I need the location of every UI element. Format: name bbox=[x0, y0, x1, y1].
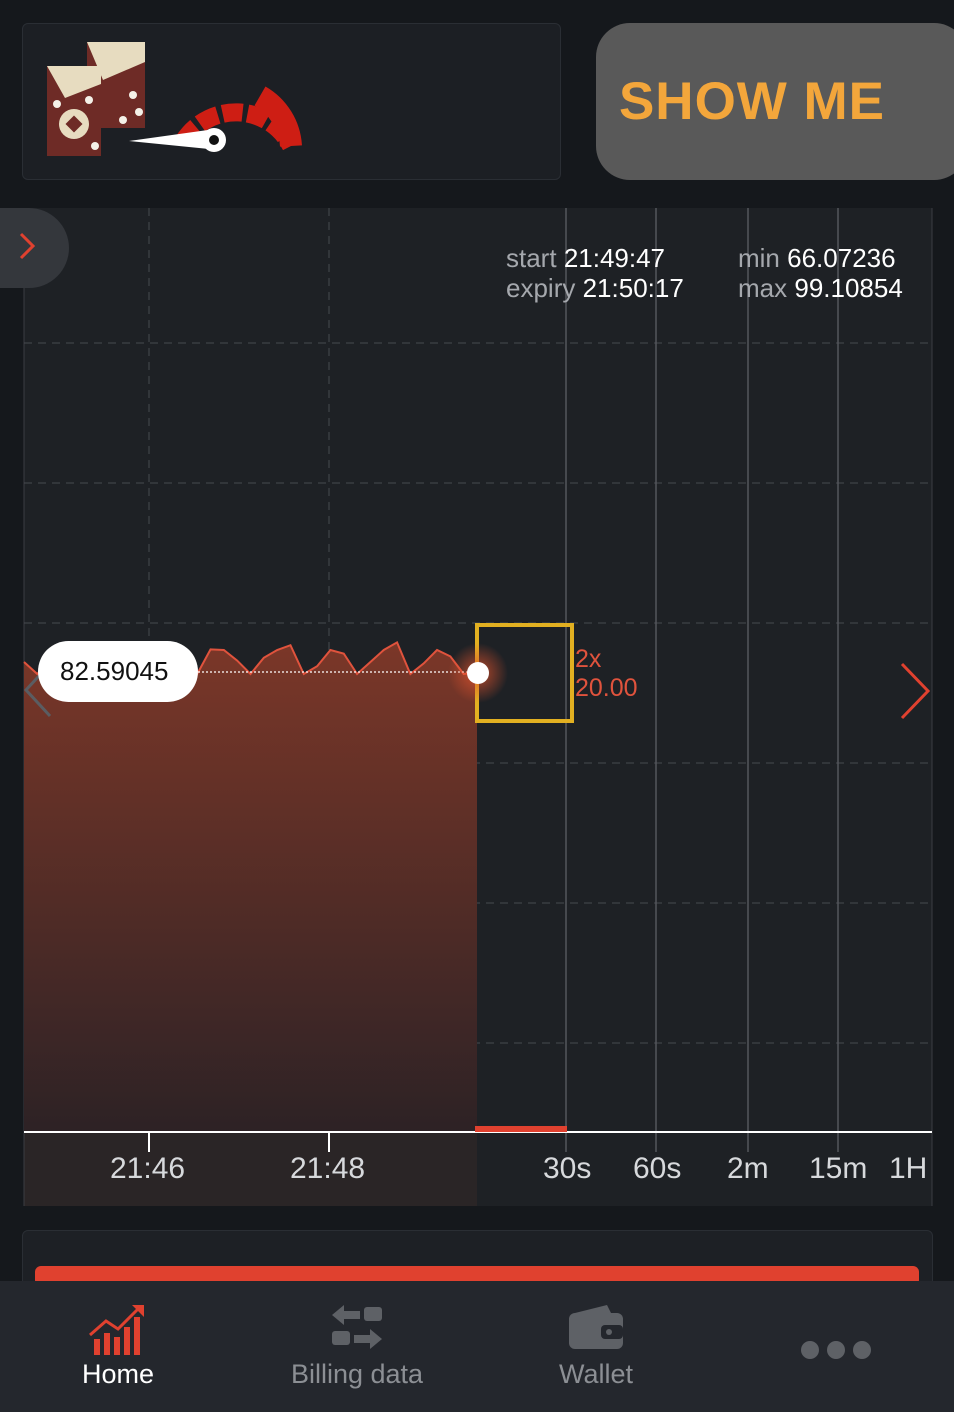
start-key: start bbox=[506, 243, 557, 273]
expiry-key: expiry bbox=[506, 273, 576, 303]
logo-card bbox=[22, 23, 561, 180]
nav-home-label: Home bbox=[81, 1359, 155, 1389]
min-max-info: min 66.07236 max 99.10854 bbox=[738, 243, 903, 303]
price-area-fill bbox=[24, 642, 477, 1132]
target-multiplier: 2x bbox=[575, 645, 602, 673]
nav-billing-data-label: Billing data bbox=[290, 1359, 424, 1389]
timeframe-15m[interactable]: 15m bbox=[809, 1152, 867, 1186]
time-tick-label: 21:46 bbox=[110, 1152, 186, 1185]
timeframe-2m[interactable]: 2m bbox=[727, 1152, 769, 1186]
expiry-value: 21:50:17 bbox=[582, 273, 684, 303]
target-amount: 20.00 bbox=[575, 674, 638, 702]
app-root: SHOW ME start 21:49:47 expiry 21:50:17 m… bbox=[0, 0, 954, 1412]
start-value: 21:49:47 bbox=[563, 243, 666, 273]
time-tick-label: 21:48 bbox=[290, 1152, 366, 1185]
nav-wallet-label: Wallet bbox=[558, 1359, 633, 1389]
timeframe-30s[interactable]: 30s bbox=[543, 1152, 591, 1186]
timeframe-1h[interactable]: 1H bbox=[889, 1152, 927, 1186]
more-dots-icon bbox=[801, 1341, 871, 1359]
expiry-range-marker bbox=[475, 1126, 567, 1132]
cards-speedometer-logo-icon bbox=[47, 42, 302, 156]
nav-wallet[interactable]: Wallet bbox=[526, 1281, 666, 1412]
max-key: max bbox=[738, 273, 788, 303]
chart-growth-icon bbox=[89, 1305, 144, 1355]
bottom-navigation: Home Billing data Wallet bbox=[0, 1281, 954, 1412]
nav-home[interactable]: Home bbox=[38, 1281, 198, 1412]
current-price-dot bbox=[467, 662, 489, 684]
nav-billing-data[interactable]: Billing data bbox=[272, 1281, 442, 1412]
target-payout: 2x 20.00 bbox=[575, 645, 638, 703]
chart-future-bg bbox=[477, 208, 932, 1206]
swap-arrows-icon bbox=[332, 1305, 382, 1349]
price-chart-canvas[interactable] bbox=[0, 208, 934, 1206]
timeframe-60s[interactable]: 60s bbox=[633, 1152, 681, 1186]
chart-axis-bg bbox=[24, 1132, 477, 1206]
min-key: min bbox=[738, 243, 780, 273]
price-chart[interactable] bbox=[0, 208, 934, 1206]
max-value: 99.10854 bbox=[794, 273, 903, 303]
wallet-icon bbox=[569, 1305, 623, 1349]
show-me-button[interactable]: SHOW ME bbox=[596, 23, 954, 180]
chevron-right-icon bbox=[19, 232, 36, 260]
start-expiry-info: start 21:49:47 expiry 21:50:17 bbox=[506, 243, 684, 303]
chevron-right-icon[interactable] bbox=[896, 662, 932, 720]
nav-more[interactable] bbox=[786, 1281, 886, 1412]
current-price-label: 82.59045 bbox=[38, 641, 198, 702]
min-value: 66.07236 bbox=[787, 243, 896, 273]
